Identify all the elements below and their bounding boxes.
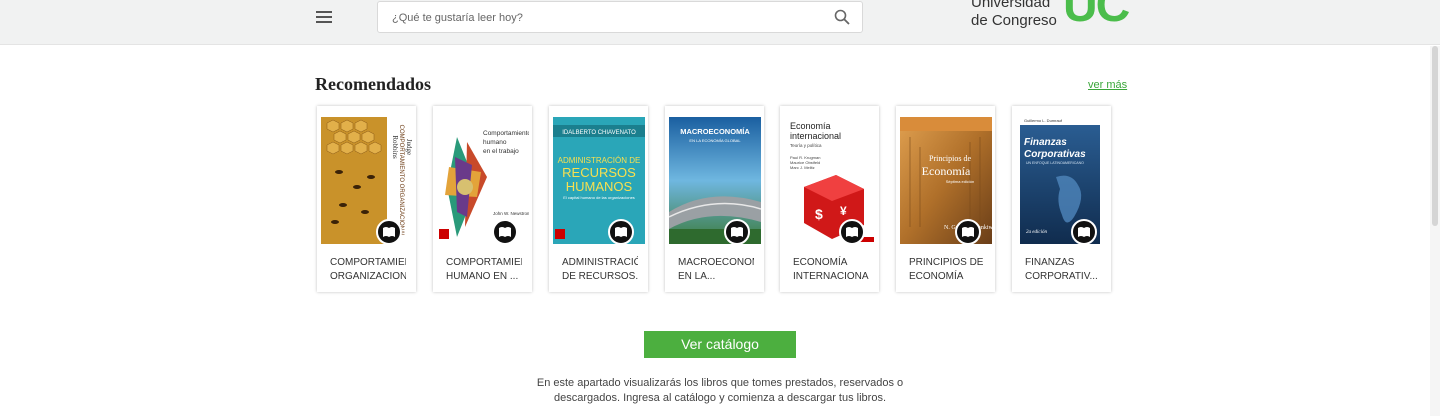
svg-text:Robbins: Robbins	[391, 135, 399, 159]
book-title: ADMINISTRACIÓN DE RECURSOS...	[562, 256, 638, 284]
book-title: ECONOMÍA INTERNACIONAL	[793, 256, 869, 284]
view-catalog-button[interactable]: Ver catálogo	[644, 331, 796, 358]
book-title-line1: ADMINISTRACIÓN	[562, 257, 638, 268]
book-title-line1: MACROECONOMÍA	[678, 257, 754, 268]
page-scrollbar[interactable]	[1430, 46, 1440, 416]
book-card[interactable]: Economía internacional Teoría y política…	[780, 106, 879, 292]
search-input[interactable]	[392, 9, 812, 27]
info-line2: descargados. Ingresa al catálogo y comie…	[553, 392, 886, 404]
svg-text:Teoría y política: Teoría y política	[790, 143, 822, 148]
svg-text:IDALBERTO CHIAVENATO: IDALBERTO CHIAVENATO	[562, 130, 636, 136]
book-title-line1: FINANZAS	[1025, 257, 1075, 268]
svg-text:Principios de: Principios de	[929, 154, 971, 163]
svg-text:ADMINISTRACIÓN DE: ADMINISTRACIÓN DE	[558, 156, 641, 165]
book-card[interactable]: Guillermo L. Dumrauf Finanzas Corporativ…	[1012, 106, 1111, 292]
university-logo[interactable]: Universidad de Congreso UC	[971, 0, 1131, 36]
svg-text:John W. Newstrom: John W. Newstrom	[493, 211, 529, 216]
scrollbar-thumb[interactable]	[1432, 46, 1438, 226]
svg-text:Comportamiento: Comportamiento	[483, 130, 529, 137]
book-title: PRINCIPIOS DE ECONOMÍA	[909, 256, 985, 284]
logo-text: Universidad de Congreso	[971, 0, 1057, 30]
book-card[interactable]: Principios de Economía Séptima edición N…	[896, 106, 995, 292]
open-book-icon[interactable]	[1071, 219, 1097, 245]
info-line1: En este apartado visualizarás los libros…	[536, 377, 904, 389]
logo-line2: de Congreso	[971, 12, 1057, 29]
svg-text:El capital humano de las organ: El capital humano de las organizaciones	[563, 195, 635, 200]
svg-text:Economía: Economía	[922, 164, 971, 178]
svg-text:EN LA ECONOMÍA GLOBAL: EN LA ECONOMÍA GLOBAL	[689, 138, 741, 143]
section-title: Recomendados	[315, 74, 431, 94]
book-title-line2: HUMANO EN ...	[446, 271, 519, 282]
svg-text:Guillermo L. Dumrauf: Guillermo L. Dumrauf	[1024, 118, 1063, 123]
book-title: FINANZAS CORPORATIV...	[1025, 256, 1101, 284]
svg-text:Judge: Judge	[405, 139, 413, 155]
logo-line1: Universidad	[971, 0, 1051, 11]
svg-text:humano: humano	[483, 139, 507, 146]
open-book-icon[interactable]	[724, 219, 750, 245]
svg-text:RECURSOS: RECURSOS	[562, 165, 636, 180]
book-title-line1: COMPORTAMIENTO	[330, 257, 406, 268]
info-text: En este apartado visualizarás los libros…	[520, 376, 920, 406]
open-book-icon[interactable]	[839, 219, 865, 245]
open-book-icon[interactable]	[492, 219, 518, 245]
open-book-icon[interactable]	[955, 219, 981, 245]
search-box[interactable]	[377, 1, 863, 33]
book-title-line1: PRINCIPIOS DE	[909, 257, 984, 268]
book-card[interactable]: IDALBERTO CHIAVENATO ADMINISTRACIÓN DE R…	[549, 106, 648, 292]
see-more-link[interactable]: ver más	[1088, 79, 1127, 91]
book-title: COMPORTAMIENTO HUMANO EN ...	[446, 256, 522, 284]
book-card[interactable]: COMPORTAMIENTO ORGANIZACIONAL Robbins Ju…	[317, 106, 416, 292]
svg-text:¥: ¥	[840, 204, 847, 218]
book-title-line1: COMPORTAMIENTO	[446, 257, 522, 268]
book-card[interactable]: MACROECONOMÍA EN LA ECONOMÍA GLOBAL MACR…	[665, 106, 764, 292]
book-title: MACROECONOMÍA EN LA...	[678, 256, 754, 284]
svg-text:UN ENFOQUE LATINOAMERICANO: UN ENFOQUE LATINOAMERICANO	[1026, 161, 1084, 165]
open-book-icon[interactable]	[376, 219, 402, 245]
hamburger-menu-icon[interactable]	[316, 10, 334, 26]
svg-text:Economía: Economía	[790, 121, 831, 131]
svg-text:HUMANOS: HUMANOS	[566, 179, 633, 194]
svg-text:2a edición: 2a edición	[1026, 230, 1047, 235]
book-title-line2: ORGANIZACIONAL	[330, 271, 406, 282]
search-icon[interactable]	[834, 9, 850, 25]
top-bar: Universidad de Congreso UC	[0, 0, 1440, 45]
open-book-icon[interactable]	[608, 219, 634, 245]
svg-text:internacional: internacional	[790, 131, 841, 141]
svg-text:MACROECONOMÍA: MACROECONOMÍA	[680, 127, 750, 136]
svg-text:Finanzas: Finanzas	[1024, 137, 1067, 148]
book-title-line2: ECONOMÍA	[909, 271, 964, 282]
svg-text:$: $	[815, 206, 823, 222]
book-title-line2: CORPORATIV...	[1025, 271, 1098, 282]
book-card[interactable]: Comportamiento humano en el trabajo John…	[433, 106, 532, 292]
svg-text:Corporativas: Corporativas	[1024, 149, 1086, 160]
svg-text:Marc J. Melitz: Marc J. Melitz	[790, 165, 815, 170]
book-title-line2: EN LA...	[678, 271, 716, 282]
svg-text:en el trabajo: en el trabajo	[483, 148, 519, 155]
book-title: COMPORTAMIENTO ORGANIZACIONAL	[330, 256, 406, 284]
book-title-line1: ECONOMÍA	[793, 257, 848, 268]
svg-text:Séptima edición: Séptima edición	[946, 179, 974, 184]
logo-mark: UC	[1063, 0, 1130, 32]
book-title-line2: DE RECURSOS...	[562, 271, 638, 282]
book-title-line2: INTERNACIONAL	[793, 271, 869, 282]
